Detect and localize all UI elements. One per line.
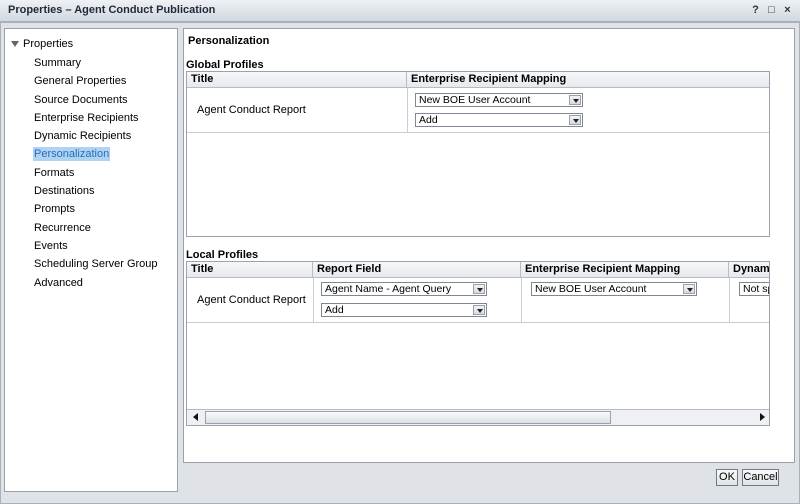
properties-nav-panel: Properties Summary General Properties So…: [4, 28, 178, 492]
window-controls: ? □ ×: [749, 3, 794, 17]
column-divider: [521, 278, 522, 322]
nav-item-label: Summary: [34, 57, 82, 69]
nav-item-label: Enterprise Recipients: [34, 111, 139, 124]
nav-item-source-documents[interactable]: Source Documents: [31, 92, 161, 110]
select-value: Add: [419, 114, 438, 126]
local-profiles-table: Title Report Field Enterprise Recipient …: [186, 261, 770, 426]
nav-item-label: Scheduling Server Group: [34, 258, 158, 271]
column-header-enterprise-recipient-mapping[interactable]: Enterprise Recipient Mapping: [521, 262, 729, 278]
nav-item-advanced[interactable]: Advanced: [31, 275, 161, 293]
nav-item-enterprise-recipients[interactable]: Enterprise Recipients: [31, 110, 161, 128]
chevron-down-icon[interactable]: [569, 95, 581, 105]
nav-item-label: Formats: [34, 166, 75, 179]
row-divider: [187, 322, 769, 323]
chevron-down-icon[interactable]: [569, 115, 581, 125]
nav-item-label: Advanced: [34, 276, 83, 289]
select-value: New BOE User Account: [535, 283, 647, 295]
page-title: Personalization: [188, 35, 270, 47]
local-mapping-select[interactable]: New BOE User Account: [531, 282, 697, 296]
nav-item-label: Prompts: [34, 203, 75, 216]
local-profiles-heading: Local Profiles: [186, 249, 259, 261]
nav-item-events[interactable]: Events: [31, 238, 161, 256]
help-icon[interactable]: ?: [749, 3, 762, 17]
column-header-dynamic[interactable]: Dynamic: [729, 262, 769, 278]
local-report-field-select[interactable]: Agent Name - Agent Query: [321, 282, 487, 296]
column-divider: [407, 88, 408, 132]
select-value: Agent Name - Agent Query: [325, 283, 452, 295]
ok-button[interactable]: OK: [716, 469, 738, 486]
nav-item-dynamic-recipients[interactable]: Dynamic Recipients: [31, 128, 161, 146]
nav-item-summary[interactable]: Summary: [31, 55, 161, 73]
local-add-select[interactable]: Add: [321, 303, 487, 317]
nav-item-recurrence[interactable]: Recurrence: [31, 220, 161, 238]
nav-item-label: General Properties: [34, 75, 127, 88]
window-title: Properties – Agent Conduct Publication: [8, 4, 216, 16]
close-icon[interactable]: ×: [781, 3, 794, 17]
column-header-title[interactable]: Title: [187, 72, 407, 88]
horizontal-scrollbar[interactable]: [187, 409, 769, 425]
local-row-title: Agent Conduct Report: [197, 294, 306, 306]
global-profiles-table: Title Enterprise Recipient Mapping Agent…: [186, 71, 770, 237]
cancel-button[interactable]: Cancel: [742, 469, 779, 486]
nav-item-formats[interactable]: Formats: [31, 165, 161, 183]
column-header-enterprise-recipient-mapping[interactable]: Enterprise Recipient Mapping: [407, 72, 769, 88]
nav-item-label: Recurrence: [34, 221, 91, 234]
nav-item-scheduling-server-group[interactable]: Scheduling Server Group: [31, 256, 161, 274]
global-row-title: Agent Conduct Report: [197, 104, 306, 116]
tree-root-properties[interactable]: Properties: [11, 38, 73, 50]
scrollbar-thumb[interactable]: [205, 411, 611, 424]
nav-item-label: Events: [34, 239, 68, 252]
global-add-select[interactable]: Add: [415, 113, 583, 127]
column-divider: [769, 88, 770, 132]
personalization-panel: Personalization Global Profiles Title En…: [183, 28, 795, 463]
select-value: Not sp: [743, 283, 769, 295]
nav-item-prompts[interactable]: Prompts: [31, 201, 161, 219]
nav-item-personalization[interactable]: Personalization: [31, 146, 161, 164]
column-divider: [729, 278, 730, 322]
select-value: Add: [325, 304, 344, 316]
nav-item-label: Personalization: [33, 147, 111, 162]
chevron-down-icon[interactable]: [473, 305, 485, 315]
column-header-title[interactable]: Title: [187, 262, 313, 278]
global-profiles-heading: Global Profiles: [186, 59, 264, 71]
maximize-icon[interactable]: □: [765, 3, 778, 17]
chevron-down-icon[interactable]: [473, 284, 485, 294]
global-mapping-select[interactable]: New BOE User Account: [415, 93, 583, 107]
column-divider: [313, 278, 314, 322]
local-dynamic-select[interactable]: Not sp: [739, 282, 769, 296]
chevron-down-icon[interactable]: [683, 284, 695, 294]
nav-item-destinations[interactable]: Destinations: [31, 183, 161, 201]
tree-root-label: Properties: [23, 38, 74, 50]
local-profiles-header: Title Report Field Enterprise Recipient …: [187, 262, 769, 278]
scroll-left-icon[interactable]: [189, 411, 203, 424]
nav-item-general-properties[interactable]: General Properties: [31, 73, 161, 91]
nav-item-label: Source Documents: [34, 93, 128, 106]
title-bar: Properties – Agent Conduct Publication ?…: [0, 0, 800, 22]
nav-item-label: Dynamic Recipients: [34, 130, 132, 143]
row-divider: [187, 132, 769, 133]
expand-triangle-icon[interactable]: [11, 41, 19, 47]
global-profiles-header: Title Enterprise Recipient Mapping: [187, 72, 769, 88]
nav-list: Summary General Properties Source Docume…: [31, 55, 161, 293]
scroll-right-icon[interactable]: [755, 411, 769, 424]
nav-item-label: Destinations: [34, 185, 95, 198]
column-header-report-field[interactable]: Report Field: [313, 262, 521, 278]
select-value: New BOE User Account: [419, 94, 531, 106]
